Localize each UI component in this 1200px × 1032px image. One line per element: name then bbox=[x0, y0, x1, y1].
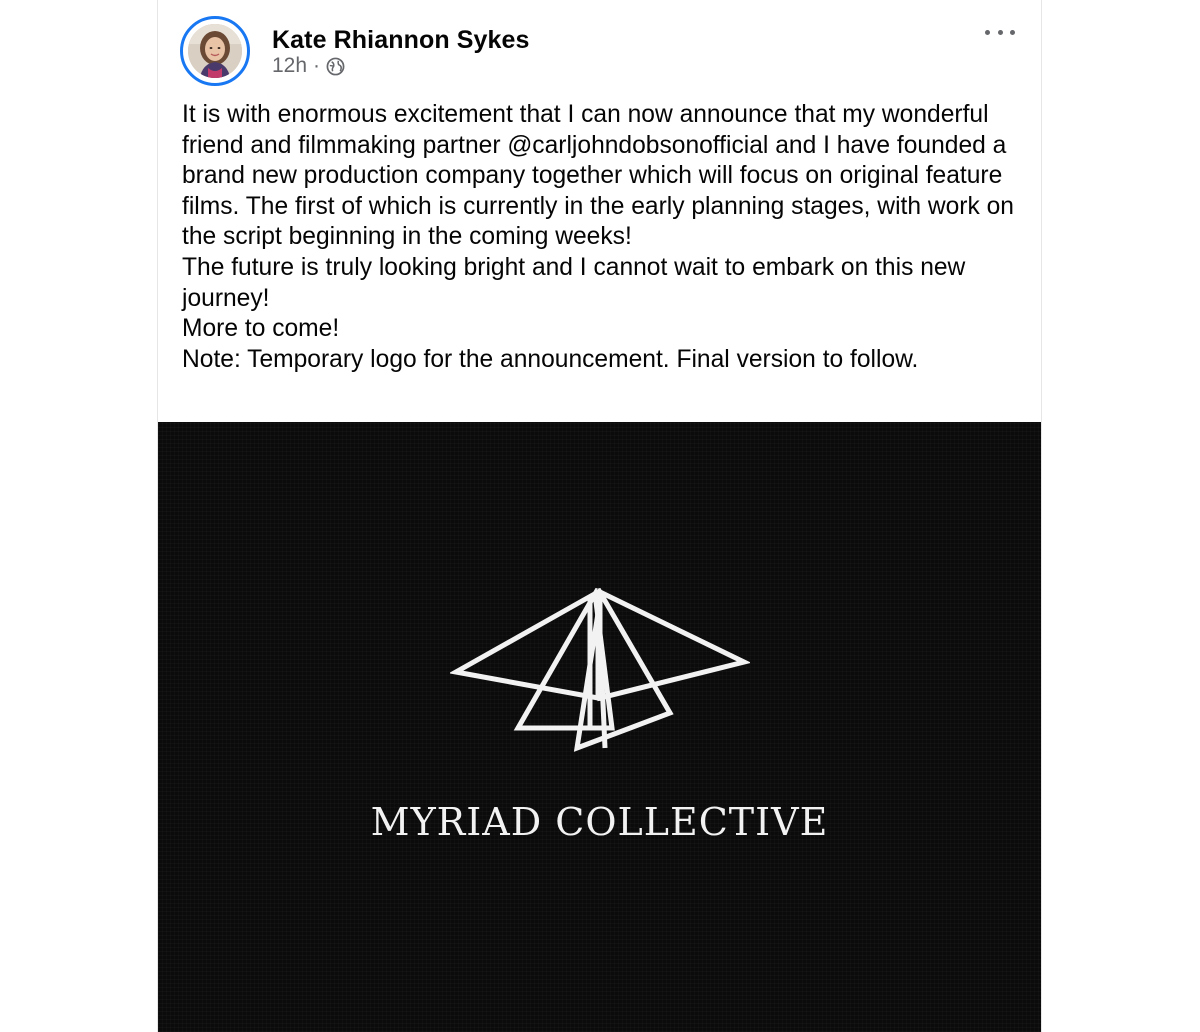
more-dot bbox=[985, 29, 990, 35]
meta-separator: · bbox=[313, 54, 321, 77]
post-paragraph: More to come! bbox=[182, 315, 340, 343]
post-timestamp[interactable]: 12h bbox=[272, 54, 307, 78]
author-name[interactable]: Kate Rhiannon Sykes bbox=[272, 26, 530, 55]
page: Kate Rhiannon Sykes 12h · It is with eno… bbox=[0, 0, 1200, 1032]
post-paragraph: The future is truly looking bright and I… bbox=[182, 253, 966, 312]
avatar[interactable] bbox=[188, 24, 242, 78]
right-gutter bbox=[1042, 0, 1200, 1032]
avatar-story-ring[interactable] bbox=[180, 16, 250, 86]
post-body: It is with enormous excitement that I ca… bbox=[182, 100, 1032, 375]
more-dot bbox=[997, 29, 1003, 35]
post-paragraph: It is with enormous excitement that I ca… bbox=[182, 101, 1014, 251]
logo-wordmark: MYRIAD COLLECTIVE bbox=[370, 800, 829, 844]
more-dot bbox=[1010, 29, 1015, 35]
post-paragraph: Note: Temporary logo for the announcemen… bbox=[182, 345, 919, 373]
globe-icon[interactable] bbox=[326, 57, 345, 76]
more-options-icon[interactable] bbox=[985, 22, 1015, 42]
myriad-collective-logo-icon bbox=[450, 588, 750, 752]
post-image[interactable]: MYRIAD COLLECTIVE bbox=[158, 422, 1041, 1032]
post-meta: 12h · bbox=[272, 54, 345, 78]
avatar-photo bbox=[188, 24, 242, 78]
post-header: Kate Rhiannon Sykes 12h · bbox=[180, 16, 1021, 86]
post-card: Kate Rhiannon Sykes 12h · It is with eno… bbox=[157, 0, 1042, 1032]
left-gutter bbox=[0, 0, 157, 1032]
